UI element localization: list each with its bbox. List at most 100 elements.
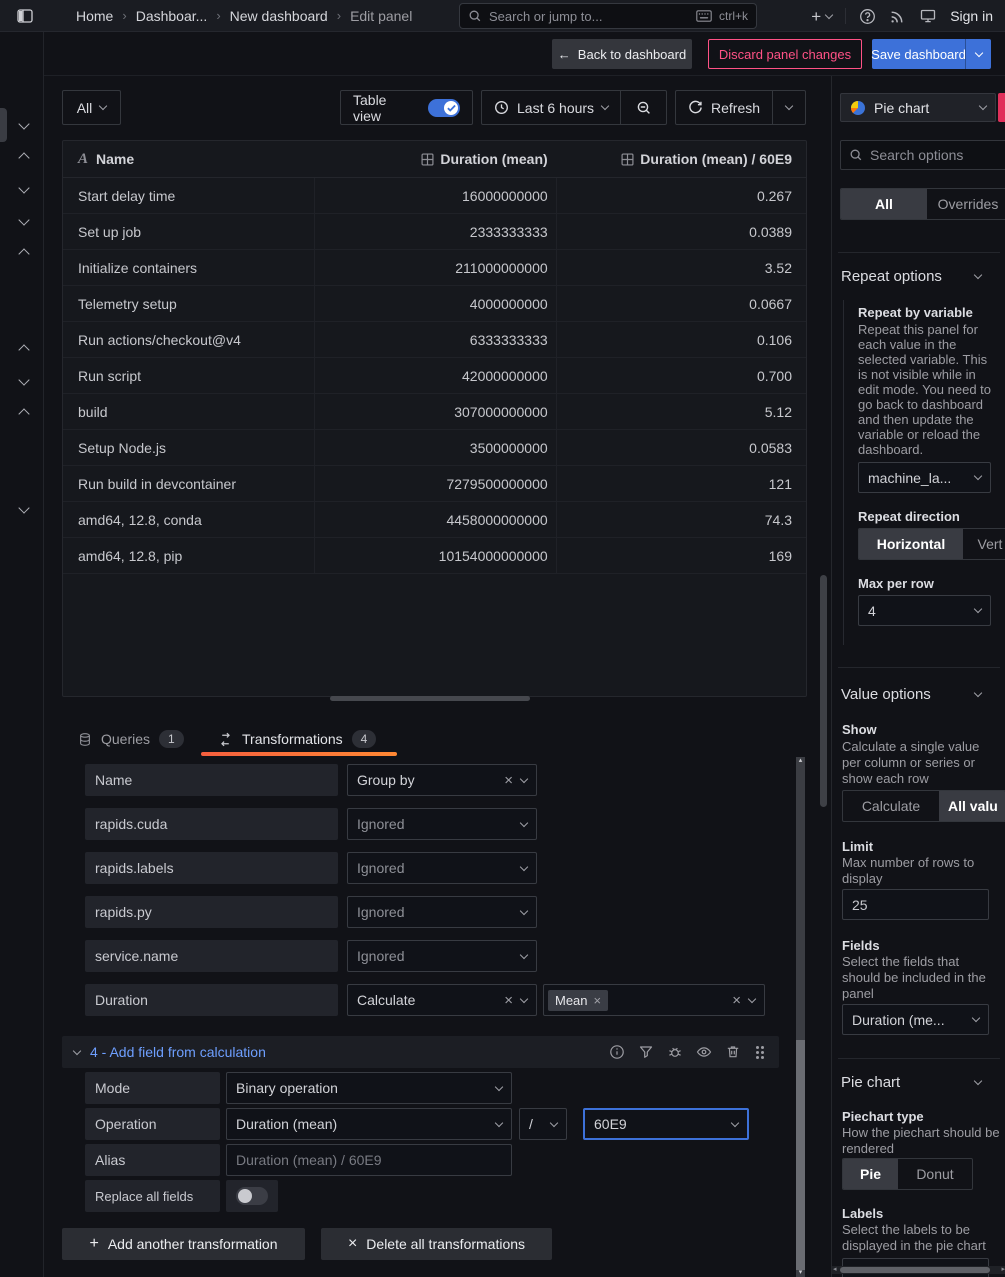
scroll-up-icon[interactable]: ▴ <box>796 757 805 765</box>
alias-input[interactable] <box>226 1144 512 1176</box>
groupby-operation-select[interactable]: Group by × <box>347 764 537 796</box>
refresh-interval-dropdown[interactable] <box>773 91 805 124</box>
mode-row: Mode Binary operation <box>85 1072 512 1104</box>
options-horizontal-scrollbar[interactable]: ◂ ▸ <box>832 1266 1005 1274</box>
groupby-operation-select[interactable]: Ignored <box>347 940 537 972</box>
zoom-out-button[interactable] <box>621 91 666 124</box>
tab-transformations[interactable]: Transformations 4 <box>218 724 376 754</box>
groupby-operation-select[interactable]: Ignored <box>347 808 537 840</box>
chevron-down-icon[interactable] <box>18 502 29 513</box>
scroll-down-icon[interactable]: ▾ <box>796 1269 805 1277</box>
operator-select[interactable]: / <box>519 1108 567 1140</box>
search-input[interactable] <box>489 9 689 24</box>
scrollbar-thumb[interactable] <box>796 1040 805 1270</box>
monitor-icon[interactable] <box>919 8 937 24</box>
groupby-operation-select[interactable]: Calculate × <box>347 984 537 1016</box>
news-rss-icon[interactable] <box>889 8 906 25</box>
visualization-picker[interactable]: Pie chart <box>840 93 996 122</box>
transformation-title[interactable]: 4 - Add field from calculation <box>90 1044 266 1060</box>
repeat-options-header[interactable]: Repeat options <box>841 268 981 285</box>
filter-all-option[interactable]: All <box>841 189 927 219</box>
scroll-left-icon[interactable]: ◂ <box>833 1266 837 1274</box>
breadcrumb-new-dashboard[interactable]: New dashboard <box>230 8 328 24</box>
clear-icon[interactable]: × <box>504 773 513 788</box>
table-view-toggle[interactable] <box>428 99 460 117</box>
refresh-button[interactable]: Refresh <box>676 91 772 124</box>
chevron-down-icon <box>974 271 982 279</box>
table-row: Initialize containers2110000000003.52 <box>63 250 806 286</box>
search-box[interactable]: ctrl+k <box>459 3 757 29</box>
add-transformation-button[interactable]: + Add another transformation <box>62 1228 305 1260</box>
time-range-picker[interactable]: Last 6 hours <box>482 91 620 124</box>
chevron-down-icon[interactable] <box>18 214 29 225</box>
debug-icon[interactable] <box>667 1044 683 1060</box>
max-per-row-select[interactable]: 4 <box>858 595 991 626</box>
show-calculate-option[interactable]: Calculate <box>843 791 939 821</box>
truncated-red-button[interactable] <box>998 93 1005 122</box>
horizontal-scrollbar-thumb[interactable] <box>330 696 530 701</box>
chevron-up-icon[interactable] <box>18 248 29 259</box>
scope-dropdown[interactable]: All <box>62 90 121 125</box>
table-row: Run build in devcontainer727950000000012… <box>63 466 806 502</box>
column-header-name[interactable]: A Name <box>63 141 314 177</box>
breadcrumb-home[interactable]: Home <box>76 8 113 24</box>
type-donut-option[interactable]: Donut <box>898 1159 972 1189</box>
scroll-right-icon[interactable]: ▸ <box>1001 1266 1005 1274</box>
clear-icon[interactable]: × <box>732 993 741 1008</box>
direction-vertical-option[interactable]: Vert <box>963 529 1005 559</box>
column-header-duration-mean[interactable]: Duration (mean) <box>314 141 555 177</box>
limit-input[interactable] <box>842 889 989 920</box>
tab-queries[interactable]: Queries 1 <box>78 724 184 754</box>
options-search-box[interactable] <box>840 140 1005 170</box>
add-menu-button[interactable]: + <box>811 8 832 25</box>
chevron-up-icon[interactable] <box>18 344 29 355</box>
sign-in-link[interactable]: Sign in <box>950 8 993 24</box>
mode-select[interactable]: Binary operation <box>226 1072 512 1104</box>
replace-all-fields-toggle[interactable] <box>236 1187 268 1205</box>
scrollbar-thumb[interactable] <box>840 1267 990 1273</box>
clear-icon[interactable]: × <box>504 993 513 1008</box>
transformations-scrollbar[interactable]: ▴ ▾ <box>796 757 805 1277</box>
filter-icon[interactable] <box>638 1044 654 1060</box>
trash-icon[interactable] <box>725 1044 741 1060</box>
discard-panel-changes-button[interactable]: Discard panel changes <box>708 39 862 69</box>
eye-icon[interactable] <box>696 1044 712 1060</box>
groupby-operation-select[interactable]: Ignored <box>347 896 537 928</box>
chevron-down-icon <box>974 605 982 613</box>
right-operand-select[interactable]: 60E9 <box>583 1108 749 1140</box>
breadcrumb-dashboards[interactable]: Dashboar... <box>136 8 208 24</box>
chevron-up-icon[interactable] <box>18 408 29 419</box>
column-header-duration-ratio[interactable]: Duration (mean) / 60E9 <box>556 141 806 177</box>
sidebar-toggle-icon[interactable] <box>16 8 34 24</box>
remove-chip-icon[interactable]: × <box>594 994 602 1007</box>
left-operand-select[interactable]: Duration (mean) <box>226 1108 512 1140</box>
field-name-label: service.name <box>85 940 338 972</box>
chevron-down-icon[interactable] <box>18 118 29 129</box>
info-icon[interactable] <box>609 1044 625 1060</box>
repeat-variable-select[interactable]: machine_la... <box>858 462 991 493</box>
limit-label: Limit <box>842 839 873 854</box>
value-options-header[interactable]: Value options <box>841 686 981 703</box>
show-all-values-option[interactable]: All valu <box>939 791 1005 821</box>
chevron-down-icon[interactable] <box>73 1046 81 1054</box>
delete-all-transformations-button[interactable]: × Delete all transformations <box>321 1228 552 1260</box>
save-dashboard-dropdown-button[interactable] <box>965 39 991 69</box>
direction-horizontal-option[interactable]: Horizontal <box>859 529 963 559</box>
groupby-operation-select[interactable]: Ignored <box>347 852 537 884</box>
pie-chart-options-header[interactable]: Pie chart <box>841 1074 981 1091</box>
chevron-down-icon[interactable] <box>18 182 29 193</box>
fields-select[interactable]: Duration (me... <box>842 1004 989 1035</box>
aggregation-multiselect[interactable]: Mean × × <box>543 984 765 1016</box>
clock-icon <box>494 100 509 115</box>
back-to-dashboard-button[interactable]: ← Back to dashboard <box>552 39 692 69</box>
main-scrollbar-thumb[interactable] <box>820 575 827 807</box>
options-search-input[interactable] <box>870 147 1005 163</box>
filter-overrides-option[interactable]: Overrides <box>927 189 1005 219</box>
save-dashboard-button[interactable]: Save dashboard <box>872 39 965 69</box>
chevron-up-icon[interactable] <box>18 152 29 163</box>
help-icon[interactable] <box>859 8 876 25</box>
drag-handle[interactable] <box>756 1046 759 1049</box>
chevron-down-icon[interactable] <box>18 374 29 385</box>
type-pie-option[interactable]: Pie <box>843 1159 898 1189</box>
field-name-label: rapids.labels <box>85 852 338 884</box>
